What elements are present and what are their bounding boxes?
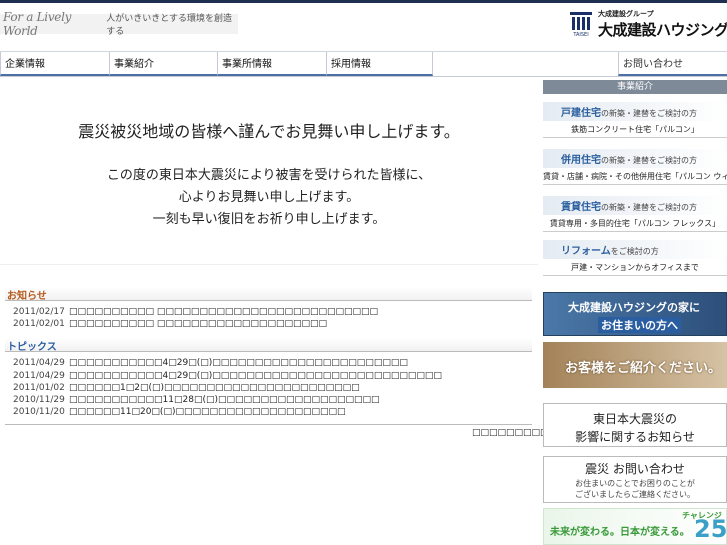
card-title: リフォームをご検討の方 xyxy=(561,242,659,257)
nav-item-offices[interactable]: 事業所情報 xyxy=(217,52,326,76)
topics-heading: トピックス xyxy=(5,338,532,353)
challenge-banner[interactable]: 未来が変わる。日本が変える。 チャレンジ 25 xyxy=(543,508,727,545)
card-title: 戸建住宅の新築・建替をご検討の方 xyxy=(561,104,697,119)
earthquake-info-banner[interactable]: 東日本大震災の 影響に関するお知らせ xyxy=(543,403,727,447)
side-heading: 事業紹介 xyxy=(543,80,727,94)
nav-item-business[interactable]: 事業紹介 xyxy=(109,52,217,76)
card-rest: の新築・建替をご検討の方 xyxy=(601,109,697,118)
topic-date: 2010/11/29 xyxy=(13,395,65,405)
news-item[interactable]: 2011/02/01 □□□□□□□□□□ □□□□□□□□□□□□□□□□□□□… xyxy=(13,319,327,329)
side-card-mixed-use[interactable]: 併用住宅の新築・建替をご検討の方 賃貸・店舗・病院・その他併用住宅「パルコン ウ… xyxy=(543,143,727,185)
news-date: 2011/02/17 xyxy=(13,307,65,317)
site-header: For a Lively World 人がいきいきとする環境を創造する TAIS… xyxy=(0,3,727,45)
nav-item-recruit[interactable]: 採用情報 xyxy=(326,52,433,76)
card-strong: 戸建住宅 xyxy=(561,108,601,119)
news-date: 2011/02/01 xyxy=(13,319,65,329)
earthquake-contact-title: 震災 お問い合わせ xyxy=(585,462,685,476)
news-heading: お知らせ xyxy=(5,287,532,302)
topic-item[interactable]: 2010/11/20 □□□□□□11□20□(□)□□□□□□□□□□□□□□□… xyxy=(13,407,346,417)
topic-item[interactable]: 2011/04/29 □□□□□□□□□□□4□29□(□)□□□□□□□□□□□… xyxy=(13,371,442,381)
topic-link[interactable]: □□□□□□□□□□□4□29□(□)□□□□□□□□□□□□□□□□□□□□□… xyxy=(69,358,408,368)
topic-link[interactable]: □□□□□□11□20□(□)□□□□□□□□□□□□□□□□□□□□ xyxy=(69,407,346,417)
earthquake-contact-line: ございましたらご連絡ください。 xyxy=(575,490,695,499)
earthquake-info-line2: 影響に関するお知らせ xyxy=(575,430,695,444)
topic-item[interactable]: 2011/04/29 □□□□□□□□□□□4□29□(□)□□□□□□□□□□□… xyxy=(13,358,408,368)
card-title: 併用住宅の新築・建替をご検討の方 xyxy=(561,151,697,166)
tagline-jp: 人がいきいきとする環境を創造する xyxy=(106,14,233,37)
news-item[interactable]: 2011/02/17 □□□□□□□□□□ □□□□□□□□□□□□□□□□□□□… xyxy=(13,307,378,317)
topic-date: 2011/04/29 xyxy=(13,371,65,381)
condolence-title: 震災被災地域の皆様へ謹んでお見舞い申し上げます。 xyxy=(78,122,460,141)
card-rest: の新築・建替をご検討の方 xyxy=(601,156,697,165)
owners-banner-line1: 大成建設ハウジングの家に xyxy=(568,301,700,314)
challenge-banner-number: 25 xyxy=(694,515,727,543)
nav-item-contact[interactable]: お問い合わせ xyxy=(618,52,727,76)
topic-date: 2010/11/20 xyxy=(13,407,65,417)
owners-banner[interactable]: 大成建設ハウジングの家に お住まいの方へ xyxy=(543,292,727,336)
topic-date: 2011/04/29 xyxy=(13,358,65,368)
earthquake-contact-line: お住まいのことでお困りのことが xyxy=(575,479,695,488)
card-title: 賃貸住宅の新築・建替をご検討の方 xyxy=(561,198,697,213)
condolence-line: この度の東日本大震災により被害を受けられた皆様に、 xyxy=(106,168,432,183)
condolence-line: 心よりお見舞い申し上げます。 xyxy=(178,190,360,205)
topic-item[interactable]: 2010/11/29 □□□□□□□□□□□11□28□(□)□□□□□□□□□□… xyxy=(13,395,380,405)
global-nav: 企業情報 事業紹介 事業所情報 採用情報 お問い合わせ xyxy=(0,51,727,77)
owners-banner-line2: お住まいの方へ xyxy=(598,317,681,333)
company-logo[interactable]: TAISEI 大成建設グループ 大成建設ハウジング xyxy=(568,9,727,39)
news-link[interactable]: □□□□□□□□□□ □□□□□□□□□□□□□□□□□□□□□□□□□□ xyxy=(69,307,378,317)
topic-link[interactable]: □□□□□□1□2□(□)□□□□□□□□□□□□□□□□□□□□□□□ xyxy=(69,383,360,393)
news-link[interactable]: □□□□□□□□□□ □□□□□□□□□□□□□□□□□□□□ xyxy=(69,319,327,329)
topics-divider xyxy=(5,424,532,425)
condolence-line: 一刻も早い復旧をお祈り申し上げます。 xyxy=(152,212,386,227)
side-card-rental[interactable]: 賃貸住宅の新築・建替をご検討の方 賃貸専用・多目的住宅「パルコン フレックス」 xyxy=(543,190,727,232)
tagline: For a Lively World 人がいきいきとする環境を創造する xyxy=(0,10,238,38)
logo-group: 大成建設グループ xyxy=(598,9,654,18)
card-sub: 鉄筋コンクリート住宅「パルコン」 xyxy=(571,125,699,134)
nav-item-company[interactable]: 企業情報 xyxy=(0,52,109,76)
logo-name: 大成建設ハウジング xyxy=(598,20,727,39)
challenge-banner-text: 未来が変わる。日本が変える。 xyxy=(550,527,690,538)
card-strong: 併用住宅 xyxy=(561,155,601,166)
earthquake-contact-banner[interactable]: 震災 お問い合わせ お住まいのことでお困りのことが ございましたらご連絡ください… xyxy=(543,456,727,503)
card-rest: をご検討の方 xyxy=(610,247,659,256)
referral-banner[interactable]: お客様をご紹介ください。 xyxy=(543,342,727,388)
topic-link[interactable]: □□□□□□□□□□□4□29□(□)□□□□□□□□□□□□□□□□□□□□□… xyxy=(69,371,442,381)
logo-sub: TAISEI xyxy=(573,32,589,38)
tagline-en: For a Lively World xyxy=(3,10,72,38)
taisei-logo-icon: TAISEI xyxy=(568,9,594,39)
earthquake-info-line1: 東日本大震災の xyxy=(592,412,677,426)
card-rest: の新築・建替をご検討の方 xyxy=(601,203,697,212)
card-sub: 戸建・マンションからオフィスまで xyxy=(571,263,699,272)
card-strong: リフォーム xyxy=(561,246,611,257)
card-sub: 賃貸専用・多目的住宅「パルコン フレックス」 xyxy=(549,219,721,228)
card-strong: 賃貸住宅 xyxy=(561,202,601,213)
side-card-detached-house[interactable]: 戸建住宅の新築・建替をご検討の方 鉄筋コンクリート住宅「パルコン」 xyxy=(543,96,727,138)
side-card-reform[interactable]: リフォームをご検討の方 戸建・マンションからオフィスまで xyxy=(543,234,727,276)
topic-item[interactable]: 2011/01/02 □□□□□□1□2□(□)□□□□□□□□□□□□□□□□□… xyxy=(13,383,360,393)
card-sub: 賃貸・店舗・病院・その他併用住宅「パルコン ウィズ」 xyxy=(543,172,727,181)
condolence-message: 震災被災地域の皆様へ謹んでお見舞い申し上げます。 この度の東日本大震災により被害… xyxy=(0,80,538,265)
referral-banner-text: お客様をご紹介ください。 xyxy=(565,361,722,376)
topic-link[interactable]: □□□□□□□□□□□11□28□(□)□□□□□□□□□□□□□□□□□□□ xyxy=(69,395,380,405)
topic-date: 2011/01/02 xyxy=(13,383,65,393)
